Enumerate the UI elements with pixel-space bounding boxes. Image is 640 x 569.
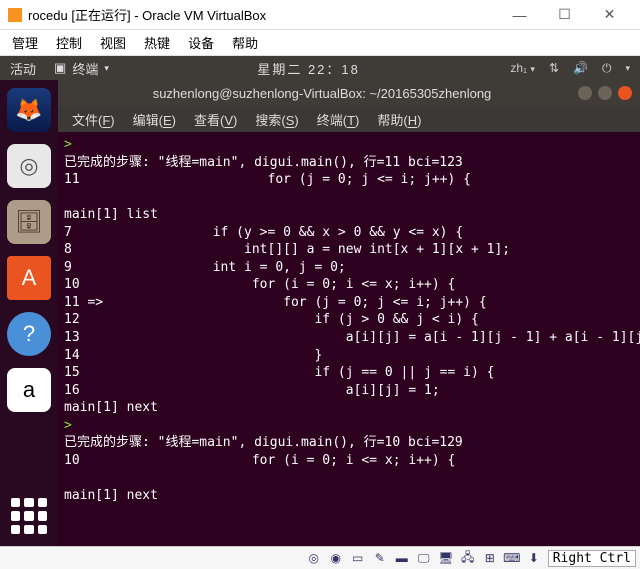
terminal-menu-edit[interactable]: 编辑(E) (133, 110, 176, 129)
current-app-indicator[interactable]: ▣ 终端 ▾ (46, 59, 117, 78)
help-icon[interactable]: ? (7, 312, 51, 356)
minimize-button[interactable]: — (497, 1, 542, 29)
maximize-button[interactable]: ☐ (542, 1, 587, 29)
host-window-title: rocedu [正在运行] - Oracle VM VirtualBox (8, 5, 497, 24)
volume-icon[interactable]: 🔊 (573, 61, 588, 75)
activities-button[interactable]: 活动 (0, 59, 46, 78)
host-menu-view[interactable]: 视图 (100, 33, 126, 52)
terminal-menu-help[interactable]: 帮助(H) (377, 110, 421, 129)
virtualbox-icon (8, 8, 22, 22)
terminal-close-button[interactable] (618, 86, 632, 100)
chevron-down-icon: ▾ (104, 63, 109, 74)
host-menu-hotkey[interactable]: 热键 (144, 33, 170, 52)
status-capture-icon[interactable]: ⊞ (482, 550, 498, 566)
network-icon[interactable]: ⇅ (549, 61, 559, 75)
host-statusbar: ◎ ◉ ▭ ✎ ▬ 🖵 🖥 🖧 ⊞ ⌨ ⬇ Right Ctrl (0, 546, 640, 569)
terminal-maximize-button[interactable] (598, 86, 612, 100)
status-mouse-icon[interactable]: ⬇ (526, 550, 542, 566)
terminal-minimize-button[interactable] (578, 86, 592, 100)
terminal-menu-search[interactable]: 搜索(S) (255, 110, 298, 129)
software-store-icon[interactable]: A (7, 256, 51, 300)
status-harddisk-icon[interactable]: ◎ (306, 550, 322, 566)
power-icon[interactable]: ⏻ (602, 61, 612, 76)
status-usb-icon[interactable]: ▭ (350, 550, 366, 566)
host-key-indicator[interactable]: Right Ctrl (548, 550, 636, 567)
clock[interactable]: 星期二 22：18 (117, 59, 500, 78)
terminal-menubar: 文件(F) 编辑(E) 查看(V) 搜索(S) 终端(T) 帮助(H) (58, 106, 640, 132)
files-icon[interactable]: 🗄 (7, 200, 51, 244)
terminal-menu-file[interactable]: 文件(F) (72, 110, 115, 129)
launcher-dock: 🦊 ◎ 🗄 A ? a (0, 80, 58, 546)
terminal-menu-terminal[interactable]: 终端(T) (317, 110, 360, 129)
status-optical-icon[interactable]: ◉ (328, 550, 344, 566)
terminal-output[interactable]: > 已完成的步骤: "线程=main", digui.main(), 行=11 … (58, 132, 640, 546)
host-menu-control[interactable]: 控制 (56, 33, 82, 52)
system-menu-chevron-icon[interactable]: ▾ (625, 63, 630, 74)
input-method-indicator[interactable]: zh₁ ▾ (510, 61, 535, 75)
status-network-icon[interactable]: 🖧 (460, 550, 476, 566)
show-apps-button[interactable] (11, 498, 47, 534)
host-menu-help[interactable]: 帮助 (232, 33, 258, 52)
host-menu-device[interactable]: 设备 (188, 33, 214, 52)
host-menubar: 管理 控制 视图 热键 设备 帮助 (0, 30, 640, 56)
close-button[interactable]: ✕ (587, 1, 632, 29)
current-app-label: 终端 (72, 59, 98, 78)
status-keyboard-icon[interactable]: ⌨ (504, 550, 520, 566)
host-title-text: rocedu [正在运行] - Oracle VM VirtualBox (28, 5, 266, 24)
terminal-menu-view[interactable]: 查看(V) (194, 110, 237, 129)
status-display-icon[interactable]: ▬ (394, 550, 410, 566)
status-screen2-icon[interactable]: 🖥 (438, 550, 454, 566)
host-menu-manage[interactable]: 管理 (12, 33, 38, 52)
terminal-icon: ▣ (54, 60, 66, 76)
amazon-icon[interactable]: a (7, 368, 51, 412)
status-screen1-icon[interactable]: 🖵 (416, 550, 432, 566)
terminal-title: suzhenlong@suzhenlong-VirtualBox: ~/2016… (66, 86, 578, 101)
music-app-icon[interactable]: ◎ (7, 144, 51, 188)
firefox-icon[interactable]: 🦊 (7, 88, 51, 132)
status-shared-folder-icon[interactable]: ✎ (372, 550, 388, 566)
